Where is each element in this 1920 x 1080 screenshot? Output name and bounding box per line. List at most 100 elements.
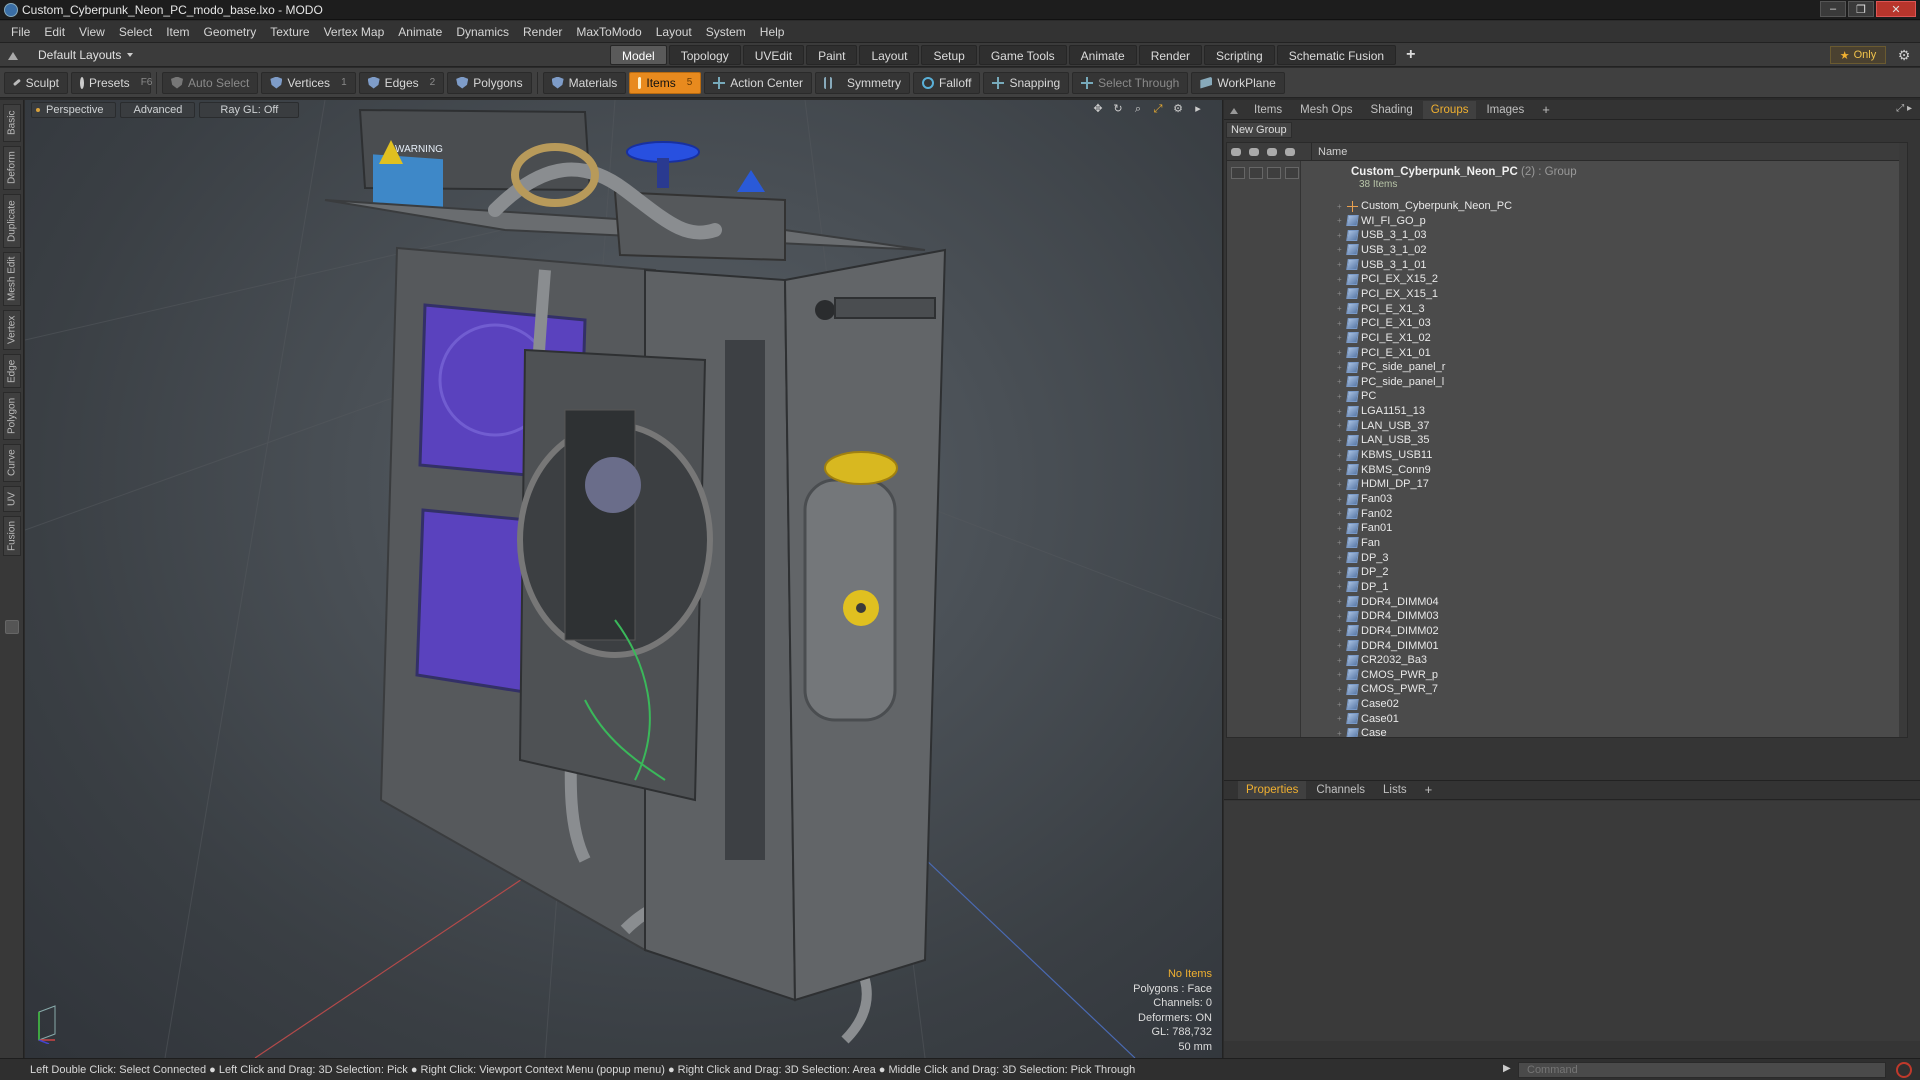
gear-icon[interactable]: ⚙ [1896, 47, 1912, 63]
group-item-row[interactable]: + PC_side_panel_l [1337, 375, 1444, 389]
restore-button[interactable]: ❐ [1848, 1, 1874, 17]
rotate-view-icon[interactable]: ↻ [1112, 103, 1124, 115]
tree-scrollbar[interactable] [1899, 143, 1907, 737]
menu-view[interactable]: View [72, 21, 112, 43]
tab-images[interactable]: Images [1478, 101, 1532, 119]
tab-mesh-edit[interactable]: Mesh Edit [3, 252, 21, 306]
menu-select[interactable]: Select [112, 21, 159, 43]
strip-toggle-button[interactable] [5, 620, 19, 634]
raygl-toggle-button[interactable]: Ray GL: Off [199, 102, 300, 118]
polygons-button[interactable]: Polygons [447, 71, 532, 94]
tab-paint[interactable]: Paint [806, 44, 858, 65]
workplane-button[interactable]: WorkPlane [1191, 71, 1285, 94]
group-item-row[interactable]: + DP_1 [1337, 580, 1389, 594]
group-visibility-toggle[interactable] [1231, 167, 1245, 179]
snapping-button[interactable]: Snapping [983, 71, 1070, 94]
menu-file[interactable]: File [4, 21, 37, 43]
command-history-icon[interactable]: ▶ [1503, 1063, 1511, 1074]
tab-schematic-fusion[interactable]: Schematic Fusion [1276, 44, 1397, 65]
select-through-button[interactable]: Select Through [1072, 71, 1189, 94]
tab-duplicate[interactable]: Duplicate [3, 194, 21, 248]
select-toggle-icon[interactable] [1281, 145, 1299, 159]
name-column-header[interactable]: Name [1312, 146, 1347, 158]
group-item-row[interactable]: + LAN_USB_35 [1337, 433, 1430, 447]
falloff-button[interactable]: Falloff [912, 71, 981, 94]
render-toggle-icon[interactable] [1245, 145, 1263, 159]
tab-fusion[interactable]: Fusion [3, 516, 21, 556]
group-item-row[interactable]: + USB_3_1_03 [1337, 228, 1426, 242]
tab-vertex[interactable]: Vertex [3, 310, 21, 350]
add-props-tab-button[interactable]: + [1417, 781, 1441, 799]
expand-arrow-icon[interactable]: + [1337, 202, 1347, 211]
add-panel-tab-button[interactable]: + [1534, 101, 1558, 119]
group-item-row[interactable]: + DDR4_DIMM02 [1337, 624, 1439, 638]
group-item-row[interactable]: + KBMS_Conn9 [1337, 463, 1431, 477]
group-item-row[interactable]: + WI_FI_GO_p [1337, 214, 1426, 228]
view-perspective-button[interactable]: Perspective [31, 102, 117, 118]
layout-dropdown[interactable]: Default Layouts [8, 48, 568, 62]
only-button[interactable]: ★ Only [1830, 46, 1886, 64]
group-row[interactable]: Custom_Cyberpunk_Neon_PC (2) : Group 38 … [1227, 165, 1907, 193]
tab-mesh-ops[interactable]: Mesh Ops [1292, 101, 1360, 119]
group-item-row[interactable]: + PCI_EX_X15_2 [1337, 272, 1438, 286]
tab-uvedit[interactable]: UVEdit [742, 44, 805, 65]
group-item-row[interactable]: + PCI_E_X1_01 [1337, 346, 1431, 360]
symmetry-button[interactable]: Symmetry [814, 71, 910, 94]
group-item-row[interactable]: + KBMS_USB11 [1337, 448, 1432, 462]
group-item-row[interactable]: + CR2032_Ba3 [1337, 653, 1427, 667]
group-item-row[interactable]: + PCI_E_X1_02 [1337, 331, 1431, 345]
menu-layout[interactable]: Layout [649, 21, 699, 43]
menu-vertex-map[interactable]: Vertex Map [317, 21, 392, 43]
menu-edit[interactable]: Edit [37, 21, 72, 43]
minimize-button[interactable]: – [1820, 1, 1846, 17]
tab-shading[interactable]: Shading [1363, 101, 1421, 119]
fit-view-icon[interactable]: ⤢ [1152, 103, 1164, 115]
menu-system[interactable]: System [699, 21, 753, 43]
items-button[interactable]: Items 5 [629, 71, 702, 94]
scene-render[interactable]: WARNING [25, 100, 1223, 1058]
group-item-row[interactable]: + PC_side_panel_r [1337, 360, 1445, 374]
tab-setup[interactable]: Setup [921, 44, 977, 65]
tab-edge[interactable]: Edge [3, 354, 21, 388]
group-render-toggle[interactable] [1249, 167, 1263, 179]
presets-button[interactable]: Presets F6 [71, 71, 152, 94]
action-center-button[interactable]: Action Center [704, 71, 812, 94]
group-item-row[interactable]: + CMOS_PWR_7 [1337, 682, 1438, 696]
tab-deform[interactable]: Deform [3, 146, 21, 190]
sculpt-button[interactable]: Sculpt [4, 71, 68, 94]
tab-properties[interactable]: Properties [1238, 781, 1307, 799]
new-group-button[interactable]: New Group [1226, 122, 1292, 138]
menu-texture[interactable]: Texture [263, 21, 316, 43]
tab-channels[interactable]: Channels [1308, 781, 1373, 799]
group-item-row[interactable]: + Case02 [1337, 697, 1399, 711]
group-item-row[interactable]: + Fan02 [1337, 507, 1392, 521]
tab-topology[interactable]: Topology [668, 44, 741, 65]
command-input[interactable] [1518, 1062, 1886, 1078]
tab-polygon[interactable]: Polygon [3, 392, 21, 440]
tab-lists[interactable]: Lists [1375, 781, 1415, 799]
tab-items[interactable]: Items [1246, 101, 1290, 119]
tab-game-tools[interactable]: Game Tools [978, 44, 1067, 65]
group-item-row[interactable]: + LGA1151_13 [1337, 404, 1425, 418]
move-view-icon[interactable]: ✥ [1092, 103, 1104, 115]
menu-animate[interactable]: Animate [391, 21, 449, 43]
group-item-row[interactable]: + Fan [1337, 536, 1380, 550]
tab-animate[interactable]: Animate [1068, 44, 1137, 65]
group-item-row[interactable]: + Case01 [1337, 712, 1399, 726]
menu-maxtomodo[interactable]: MaxToModo [569, 21, 648, 43]
command-stop-icon[interactable] [1896, 1062, 1912, 1078]
shading-advanced-button[interactable]: Advanced [120, 102, 196, 118]
tab-uv[interactable]: UV [3, 486, 21, 512]
group-lock-toggle[interactable] [1267, 167, 1281, 179]
zoom-view-icon[interactable]: ⌕ [1132, 103, 1144, 115]
panel-pin-icon[interactable] [1230, 106, 1238, 114]
group-item-row[interactable]: + DP_3 [1337, 551, 1389, 565]
panel-expand-icon[interactable]: ⤢ ▸ [1896, 103, 1912, 114]
3d-viewport[interactable]: WARNING Perspective Advanced Ray GL: Off… [25, 100, 1223, 1058]
tab-model[interactable]: Model [610, 44, 667, 65]
tab-scripting[interactable]: Scripting [1204, 44, 1275, 65]
group-item-row[interactable]: + PC [1337, 389, 1376, 403]
group-item-row[interactable]: + DP_2 [1337, 565, 1389, 579]
group-item-row[interactable]: + LAN_USB_37 [1337, 419, 1430, 433]
materials-button[interactable]: Materials [542, 71, 627, 94]
